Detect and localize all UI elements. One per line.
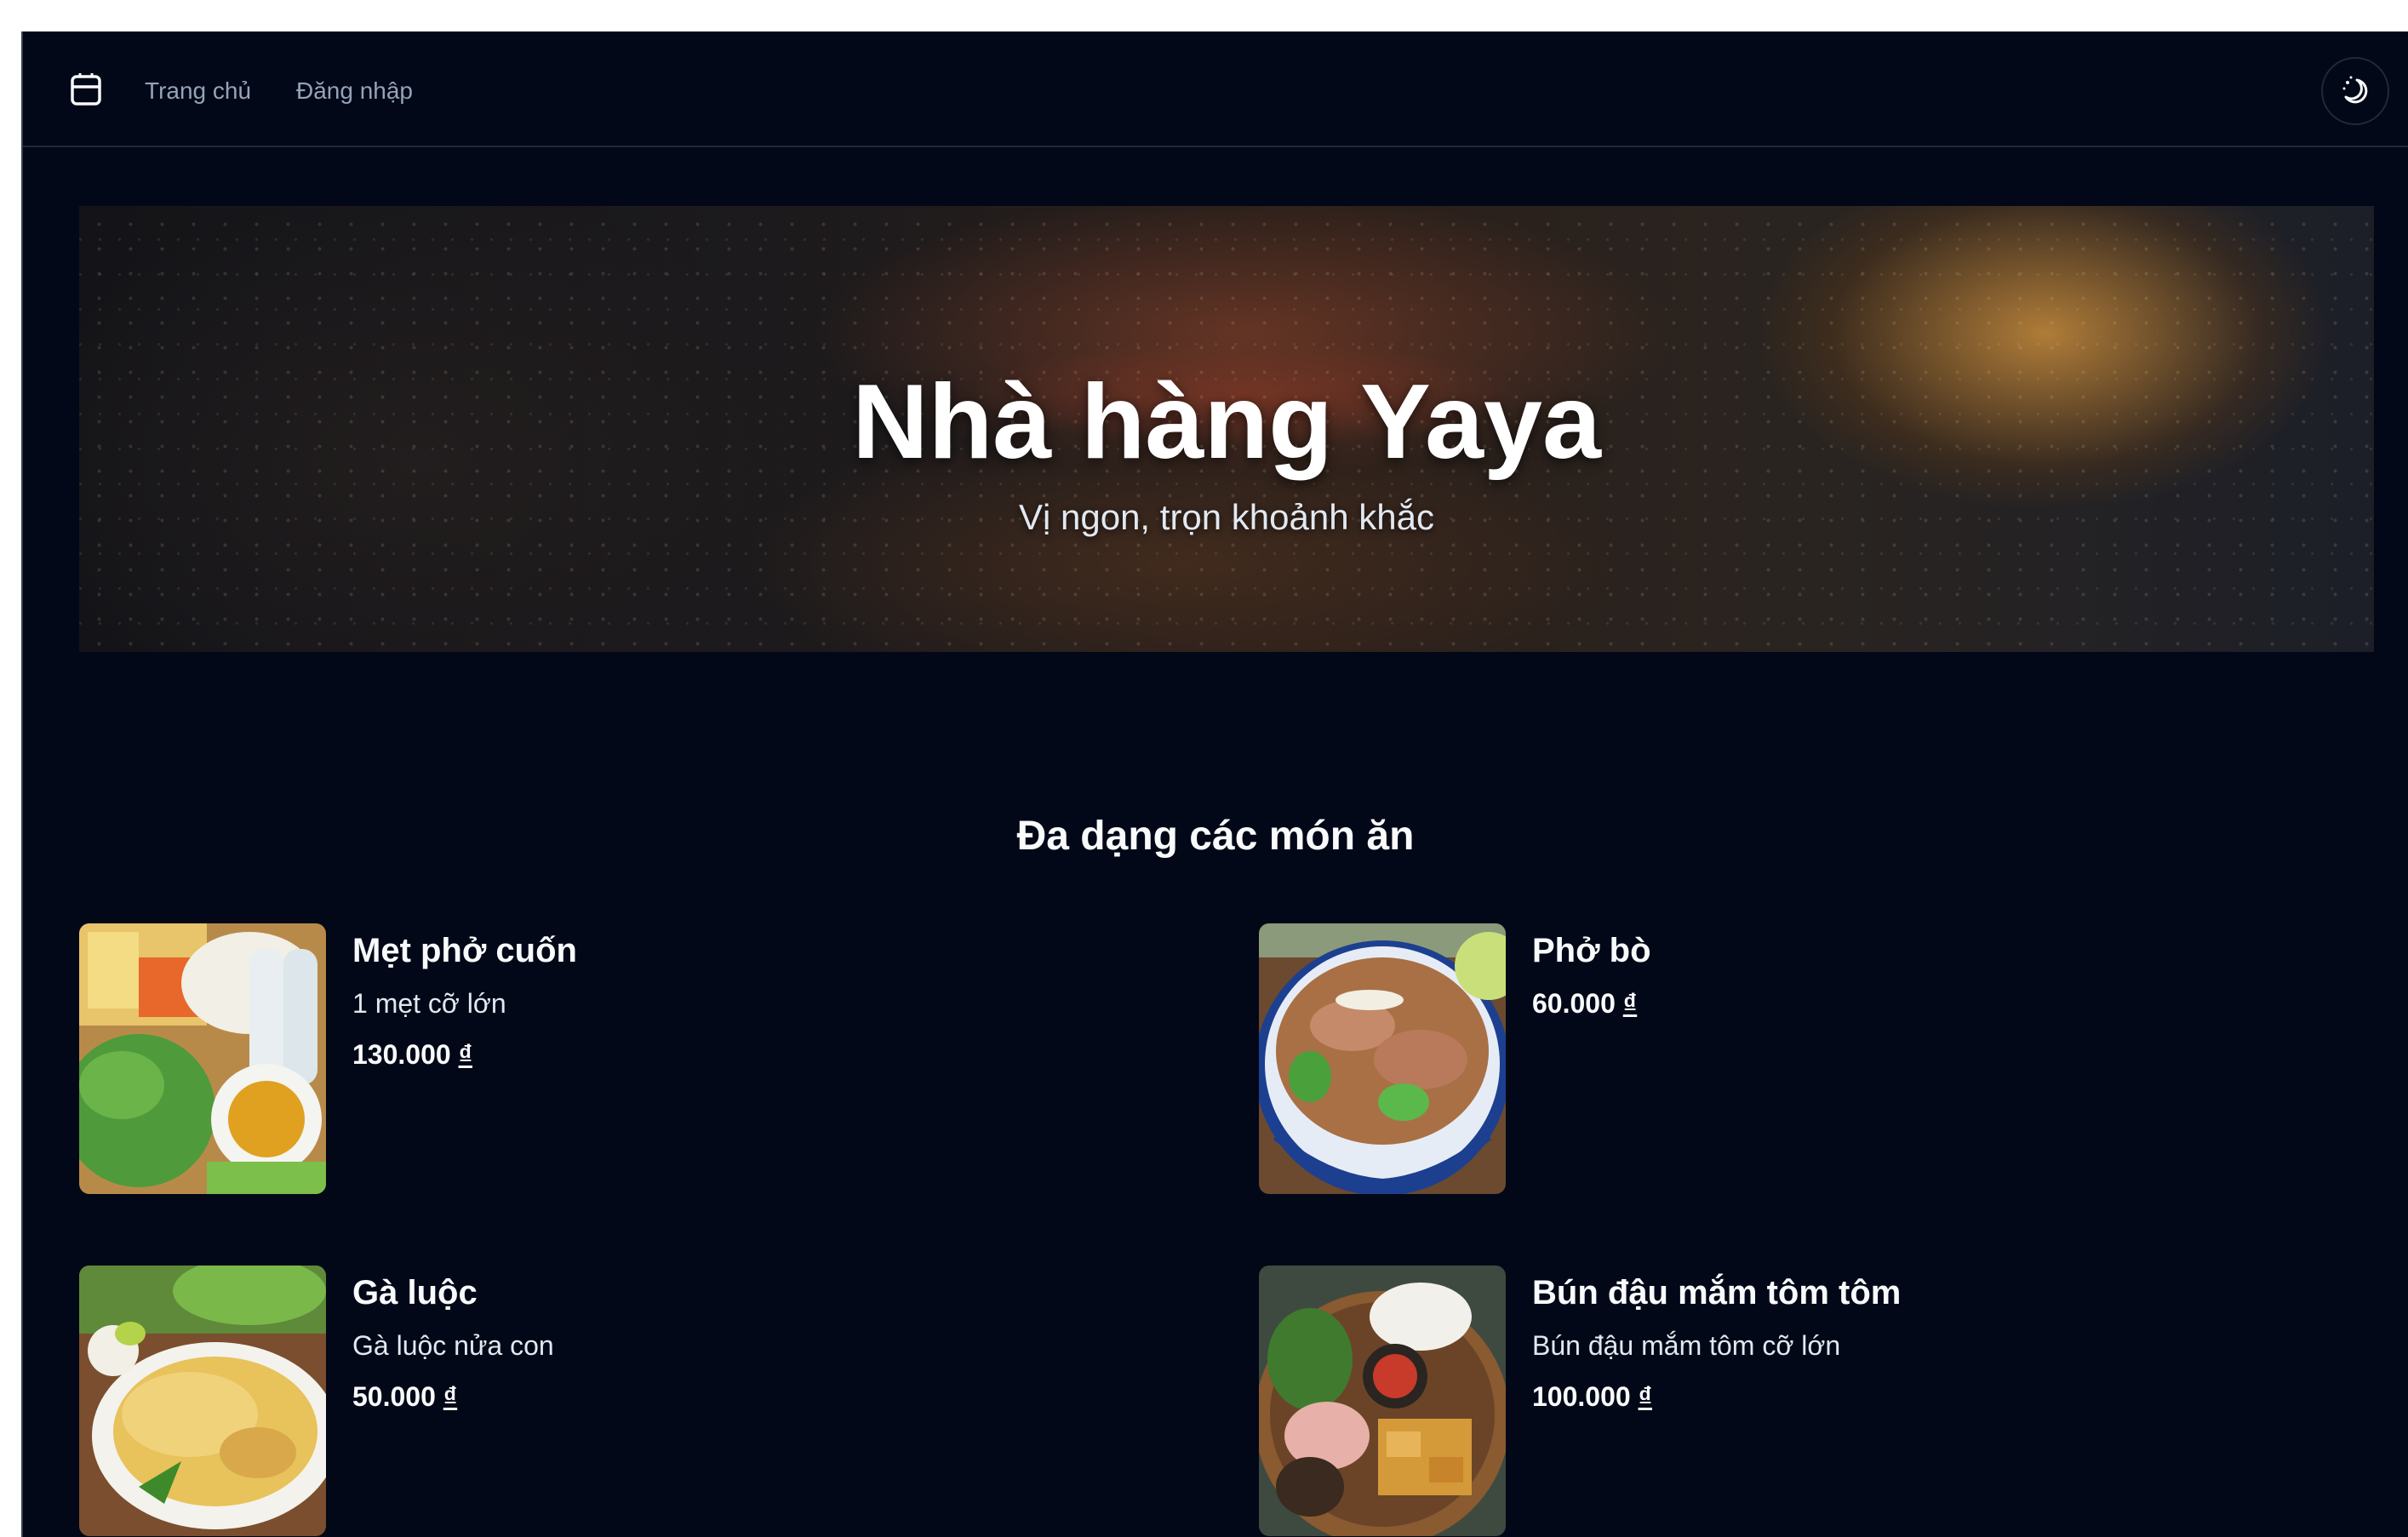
dish-name: Gà luộc <box>352 1274 478 1311</box>
hero-banner: Nhà hàng Yaya Vị ngon, trọn khoảnh khắc <box>79 206 2374 652</box>
dish-description: Bún đậu mắm tôm cỡ lớn <box>1532 1330 1841 1361</box>
nav-home-link[interactable]: Trang chủ <box>145 77 251 105</box>
nav-login-link[interactable]: Đăng nhập <box>296 77 413 105</box>
dish-name: Mẹt phở cuốn <box>352 932 577 969</box>
top-nav: Trang chủ Đăng nhập <box>23 31 2408 147</box>
dish-image-thumbnail <box>1259 923 1506 1194</box>
menu-section-title: Đa dạng các món ăn <box>1016 814 1415 859</box>
dish-image-thumbnail <box>1259 1266 1506 1536</box>
dish-card[interactable]: Mẹt phở cuốn 1 mẹt cỡ lớn 130.000 ₫ <box>79 923 1186 1196</box>
dish-price: 50.000 ₫ <box>352 1381 458 1412</box>
app-root: Trang chủ Đăng nhập Nhà hàng Yaya Vị ngo… <box>21 31 2408 1537</box>
dish-price: 100.000 ₫ <box>1532 1381 1652 1412</box>
shopping-bag-icon[interactable] <box>67 71 105 108</box>
dish-name: Phở bò <box>1532 932 1651 969</box>
dish-price: 60.000 ₫ <box>1532 988 1638 1019</box>
hero-subtitle: Vị ngon, trọn khoảnh khắc <box>1018 497 1434 537</box>
dish-card[interactable]: Gà luộc Gà luộc nửa con 50.000 ₫ <box>79 1266 1186 1537</box>
dish-description: 1 mẹt cỡ lớn <box>352 988 506 1019</box>
hero-title: Nhà hàng Yaya <box>852 363 1601 481</box>
dish-image-thumbnail <box>79 923 326 1194</box>
moon-icon <box>2338 73 2372 110</box>
theme-toggle-button[interactable] <box>2321 57 2389 125</box>
dish-description: Gà luộc nửa con <box>352 1330 554 1361</box>
dish-image-thumbnail <box>79 1266 326 1536</box>
dish-name: Bún đậu mắm tôm tôm <box>1532 1274 1902 1311</box>
dish-card[interactable]: Phở bò 60.000 ₫ <box>1259 923 2365 1196</box>
dish-price: 130.000 ₫ <box>352 1039 472 1070</box>
dish-card[interactable]: Bún đậu mắm tôm tôm Bún đậu mắm tôm cỡ l… <box>1259 1266 2365 1537</box>
